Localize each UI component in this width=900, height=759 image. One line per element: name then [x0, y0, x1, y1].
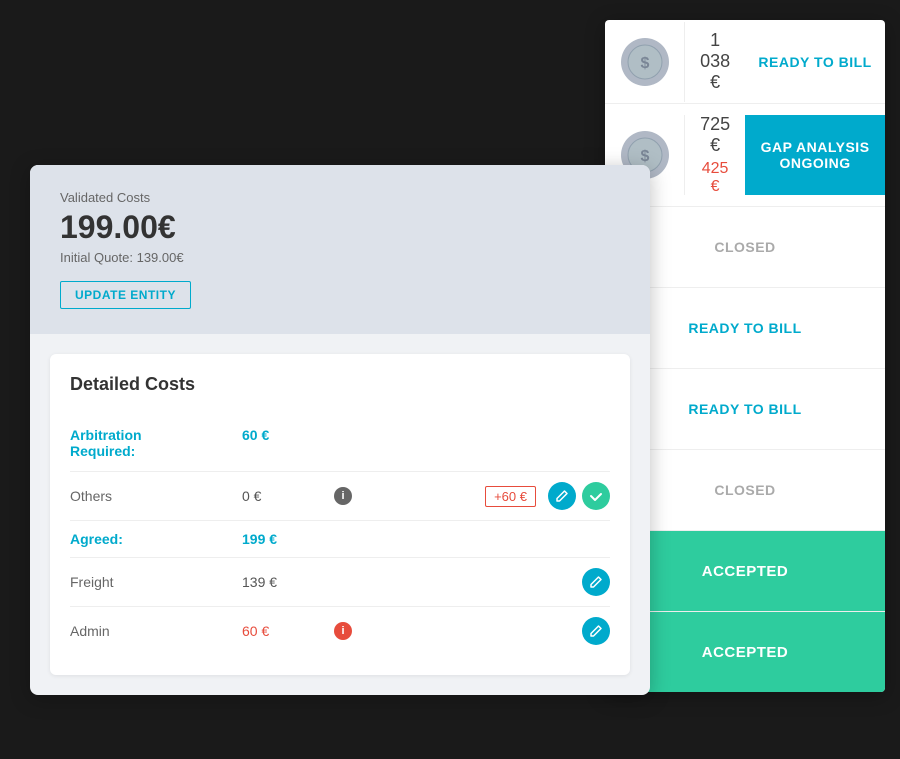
amount-main-1: 1 038 €: [700, 30, 730, 93]
svg-text:$: $: [640, 148, 649, 165]
status-row-1-icon: $: [605, 22, 685, 102]
agreed-label: Agreed:: [70, 531, 230, 547]
arbitration-value: 60 €: [242, 427, 322, 443]
others-value: 0 €: [242, 488, 322, 504]
cost-row-admin: Admin 60 € i: [70, 607, 610, 655]
svg-text:$: $: [640, 55, 649, 72]
others-edit-icon[interactable]: [548, 482, 576, 510]
status-row-1: $ 1 038 € READY TO BILL: [605, 20, 885, 104]
detailed-costs-title: Detailed Costs: [70, 374, 610, 395]
scene: $ 1 038 € READY TO BILL $ 725 €: [0, 0, 900, 759]
cost-row-freight: Freight 139 €: [70, 558, 610, 607]
freight-actions: [582, 568, 610, 596]
others-plus-badge: +60 €: [485, 486, 536, 507]
coin-icon-1: $: [621, 38, 669, 86]
amount-secondary-2: 425 €: [700, 160, 730, 196]
freight-label: Freight: [70, 574, 230, 590]
initial-quote: Initial Quote: 139.00€: [60, 250, 620, 265]
cost-row-arbitration: ArbitrationRequired: 60 €: [70, 415, 610, 472]
admin-value: 60 €: [242, 623, 322, 639]
freight-edit-icon[interactable]: [582, 568, 610, 596]
status-row-1-amounts: 1 038 €: [685, 20, 745, 103]
others-label: Others: [70, 488, 230, 504]
freight-value: 139 €: [242, 574, 322, 590]
others-info-icon[interactable]: i: [334, 487, 352, 505]
others-actions: [548, 482, 610, 510]
validated-amount: 199.00€: [60, 209, 620, 246]
admin-info-icon[interactable]: i: [334, 622, 352, 640]
status-row-2-amounts: 725 € 425 €: [685, 104, 745, 206]
agreed-value: 199 €: [242, 531, 322, 547]
admin-actions: [582, 617, 610, 645]
others-check-icon[interactable]: [582, 482, 610, 510]
detailed-costs-section: Detailed Costs ArbitrationRequired: 60 €…: [50, 354, 630, 675]
validated-label: Validated Costs: [60, 190, 620, 205]
validated-section: Validated Costs 199.00€ Initial Quote: 1…: [30, 165, 650, 334]
amount-main-2: 725 €: [700, 114, 730, 156]
detail-panel: Validated Costs 199.00€ Initial Quote: 1…: [30, 165, 650, 695]
cost-row-agreed: Agreed: 199 €: [70, 521, 610, 558]
admin-label: Admin: [70, 623, 230, 639]
admin-edit-icon[interactable]: [582, 617, 610, 645]
cost-row-others: Others 0 € i +60 €: [70, 472, 610, 521]
update-entity-button[interactable]: UPDATE ENTITY: [60, 281, 191, 309]
arbitration-label: ArbitrationRequired:: [70, 427, 230, 459]
status-label-1: READY TO BILL: [745, 22, 885, 102]
status-label-2: GAP ANALYSIS ONGOING: [745, 115, 885, 195]
